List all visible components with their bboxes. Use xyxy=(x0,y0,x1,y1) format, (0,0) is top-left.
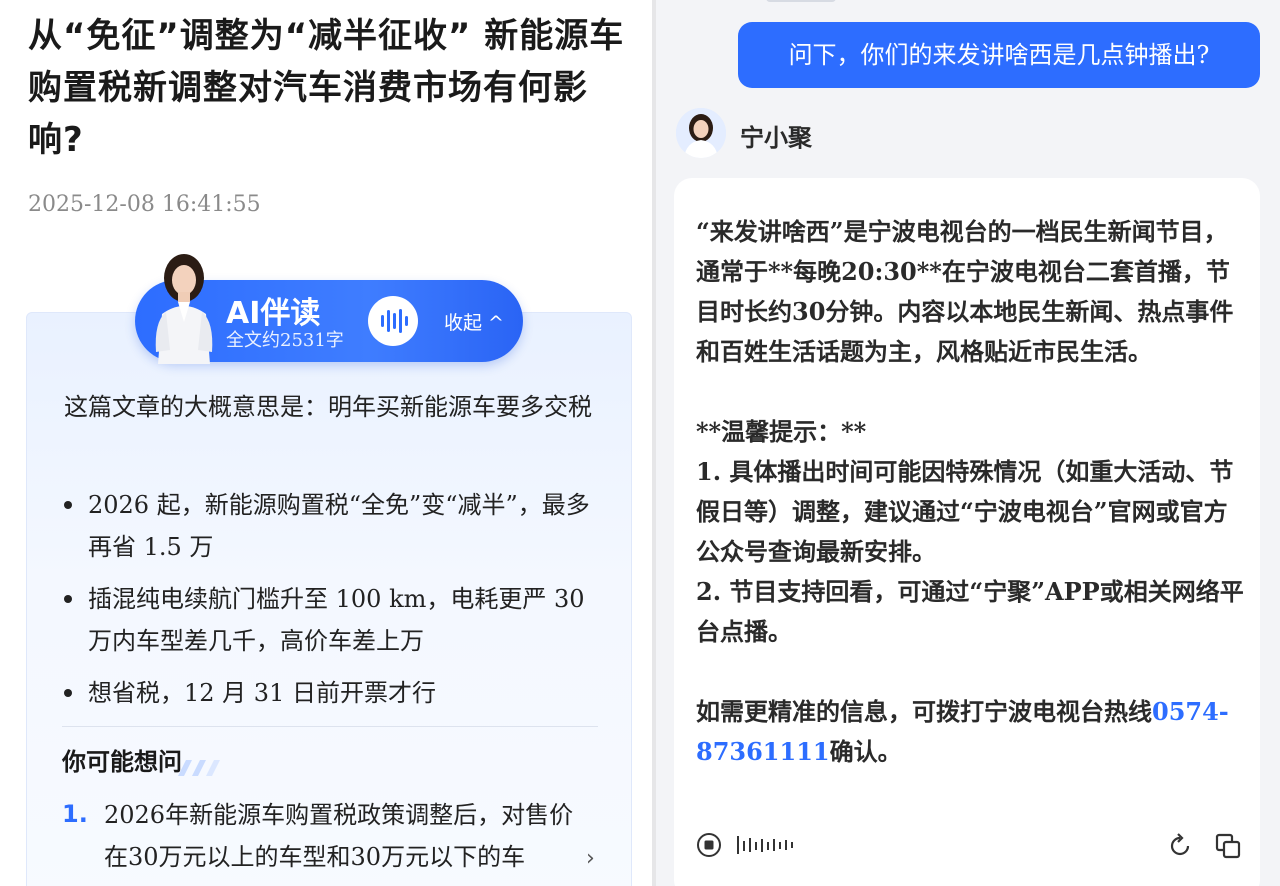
divider xyxy=(62,726,598,727)
bot-name: 宁小聚 xyxy=(740,124,812,152)
scroll-hint xyxy=(766,0,836,2)
list-item: 想省税，12 月 31 日前开票才行 xyxy=(62,672,602,714)
bot-avatar xyxy=(676,108,726,158)
list-item: 2026 起，新能源购置税“全免”变“减半”，最多再省 1.5 万 xyxy=(62,484,602,568)
chevron-right-icon[interactable]: › xyxy=(586,846,595,871)
bot-reply-body: “来发讲啥西”是宁波电视台的一档民生新闻节目，通常于**每晚20:30**在宁波… xyxy=(696,217,1244,726)
chat-panel: 问下，你们的来发讲啥西是几点钟播出? 宁小聚 “来发讲啥西”是宁波电视台的一档民… xyxy=(656,0,1280,886)
user-message-bubble: 问下，你们的来发讲啥西是几点钟播出? xyxy=(738,22,1260,88)
bot-reply-end: 确认。 xyxy=(829,737,902,766)
article-panel: 从“免征”调整为“减半征收” 新能源车购置税新调整对汽车消费市场有何影响? 20… xyxy=(0,0,652,886)
ai-reader-wordcount: 全文约2531字 xyxy=(226,330,344,351)
ai-avatar-icon xyxy=(155,254,213,364)
bullet-text: 2026 起，新能源购置税“全免”变“减半”，最多再省 1.5 万 xyxy=(88,491,590,561)
bullet-text: 插混纯电续航门槛升至 100 km，电耗更严 30 万内车型差几千，高价车差上万 xyxy=(88,585,585,655)
bullet-dot-icon xyxy=(64,501,72,509)
summary-bullets: 2026 起，新能源购置税“全免”变“减半”，最多再省 1.5 万 插混纯电续航… xyxy=(62,484,602,724)
ai-summary: 这篇文章的大概意思是：明年买新能源车要多交税 xyxy=(64,393,592,421)
article-title: 从“免征”调整为“减半征收” 新能源车购置税新调整对汽车消费市场有何影响? xyxy=(28,16,625,160)
bullet-text: 想省税，12 月 31 日前开票才行 xyxy=(88,679,436,707)
article-date: 2025-12-08 16:41:55 xyxy=(28,192,261,217)
suggested-questions-title: 你可能想问 xyxy=(62,748,182,776)
avatar-icon xyxy=(676,108,726,158)
suggested-question-1[interactable]: 2026年新能源车购置税政策调整后，对售价在30万元以上的车型和30万元以下的车 xyxy=(104,794,582,878)
list-item: 插混纯电续航门槛升至 100 km，电耗更严 30 万内车型差几千，高价车差上万 xyxy=(62,578,602,662)
stop-icon[interactable] xyxy=(696,832,722,858)
refresh-icon[interactable] xyxy=(1166,832,1194,860)
bullet-dot-icon xyxy=(64,595,72,603)
audio-play-button[interactable] xyxy=(368,296,418,346)
voice-wave-icon[interactable] xyxy=(736,834,796,856)
message-toolbar xyxy=(696,832,1244,868)
stripes-decoration-icon xyxy=(178,760,220,776)
audio-wave-icon xyxy=(381,309,408,333)
bot-reply-text: “来发讲啥西”是宁波电视台的一档民生新闻节目，通常于**每晚20:30**在宁波… xyxy=(696,212,1244,772)
question-number: 1. xyxy=(62,800,88,828)
copy-icon[interactable] xyxy=(1214,832,1242,860)
bullet-dot-icon xyxy=(64,689,72,697)
collapse-button[interactable]: 收起 ^ xyxy=(444,308,504,335)
